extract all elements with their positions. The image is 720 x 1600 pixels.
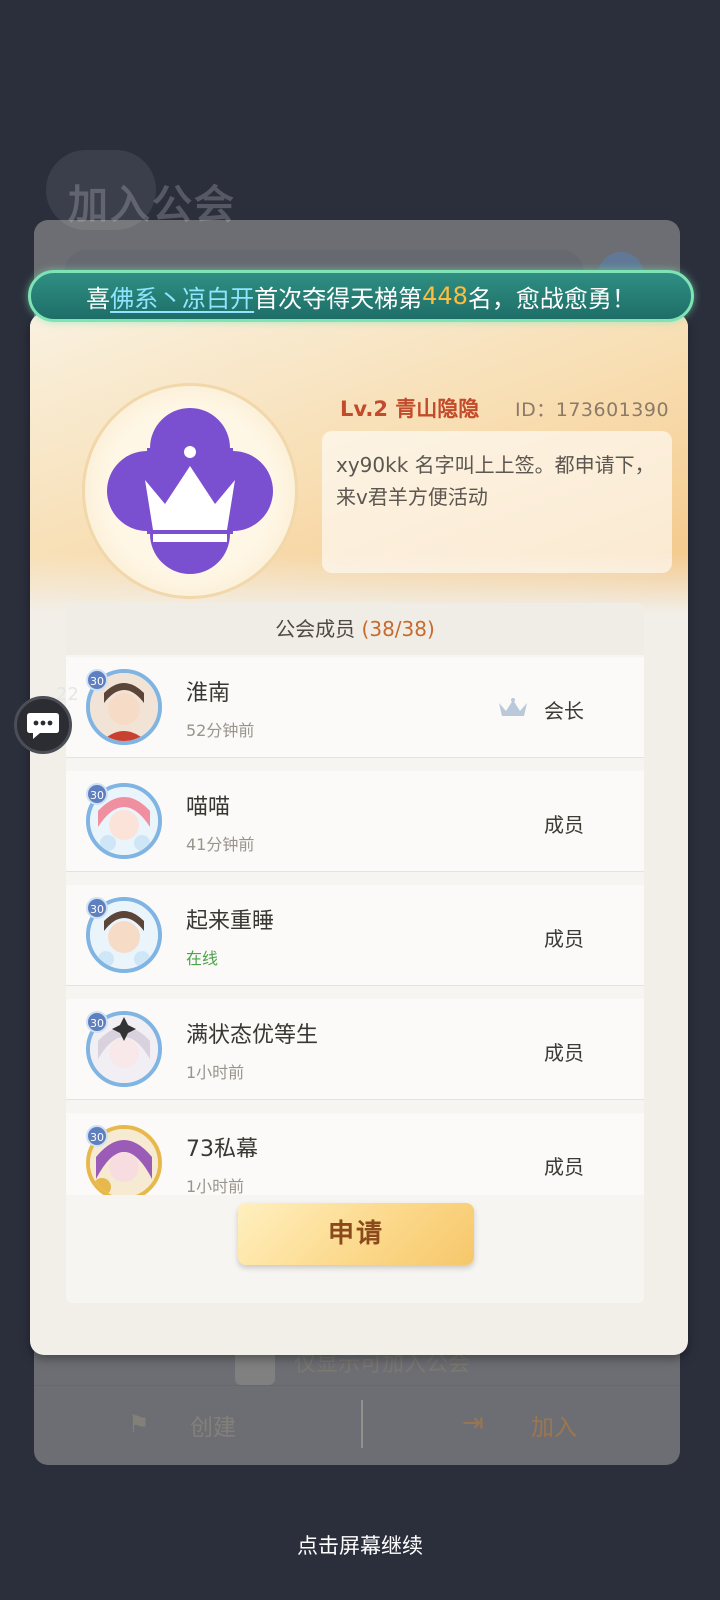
member-status: 1小时前	[186, 1177, 245, 1195]
member-row[interactable]: 30 淮南 52分钟前 会长	[66, 657, 644, 757]
member-role: 会长	[544, 699, 584, 723]
member-name: 起来重睡	[186, 909, 275, 934]
member-status: 在线	[186, 949, 219, 968]
level-badge: 30	[86, 669, 108, 691]
announcement-banner: 喜佛系丶凉白开 首次夺得天梯第 448 名，愈战愈勇！	[28, 270, 694, 322]
member-row[interactable]: 30 喵喵 41分钟前 成员	[66, 771, 644, 871]
member-role: 成员	[544, 927, 584, 951]
member-name: 73私幕	[186, 1137, 258, 1162]
member-row[interactable]: 30 满状态优等生 1小时前 成员	[66, 999, 644, 1099]
guild-info-dialog: Lv.2 青山隐隐 ID：173601390 xy90kk 名字叫上上签。都申请…	[30, 313, 688, 1355]
members-panel: 公会成员 (38/38) 30 淮南 52分钟前 会长 30 喵喵 41分钟前 …	[66, 603, 644, 1303]
tap-to-continue-hint[interactable]: 点击屏幕继续	[0, 1530, 720, 1560]
chat-unread-count: 22	[56, 684, 79, 705]
flag-icon: ⚑	[128, 1410, 150, 1438]
crown-icon	[499, 698, 527, 716]
member-status: 41分钟前	[186, 835, 255, 854]
background-divider	[361, 1400, 363, 1448]
guild-level-name: Lv.2 青山隐隐	[340, 397, 480, 421]
banner-rank: 448	[422, 282, 468, 310]
member-row[interactable]: 30 起来重睡 在线 成员	[66, 885, 644, 985]
background-create-label: 创建	[190, 1415, 236, 1441]
crown-emblem-icon	[107, 408, 273, 574]
members-header-label: 公会成员	[275, 617, 356, 641]
apply-button[interactable]: 申请	[238, 1203, 474, 1265]
member-status: 1小时前	[186, 1063, 245, 1082]
level-badge: 30	[86, 897, 108, 919]
guild-description: xy90kk 名字叫上上签。都申请下，来v君羊方便活动	[322, 431, 672, 573]
member-name: 满状态优等生	[186, 1023, 319, 1048]
background-join-label: 加入	[531, 1415, 577, 1441]
guild-id: ID：173601390	[515, 399, 670, 421]
member-list[interactable]: 30 淮南 52分钟前 会长 30 喵喵 41分钟前 成员 30 起来重睡 在线…	[66, 657, 644, 1195]
banner-middle: 首次夺得天梯第	[254, 284, 423, 313]
banner-player-name[interactable]: 佛系丶凉白开	[110, 279, 254, 314]
member-status: 52分钟前	[186, 721, 255, 740]
level-badge: 30	[86, 1125, 108, 1147]
chat-bubble-icon	[27, 713, 59, 739]
member-role: 成员	[544, 1155, 584, 1179]
banner-prefix: 喜	[86, 284, 111, 313]
member-role: 成员	[544, 813, 584, 837]
guild-emblem-frame	[82, 383, 298, 599]
member-name: 喵喵	[186, 795, 231, 820]
level-badge: 30	[86, 1011, 108, 1033]
level-badge: 30	[86, 783, 108, 805]
member-name: 淮南	[186, 681, 231, 706]
member-row[interactable]: 30 73私幕 1小时前 成员	[66, 1113, 644, 1195]
banner-suffix: 名，愈战愈勇！	[467, 284, 636, 313]
members-header: 公会成员 (38/38)	[66, 603, 644, 655]
members-count: (38/38)	[361, 617, 435, 641]
enter-icon: ⇥	[462, 1408, 484, 1438]
member-role: 成员	[544, 1041, 584, 1065]
